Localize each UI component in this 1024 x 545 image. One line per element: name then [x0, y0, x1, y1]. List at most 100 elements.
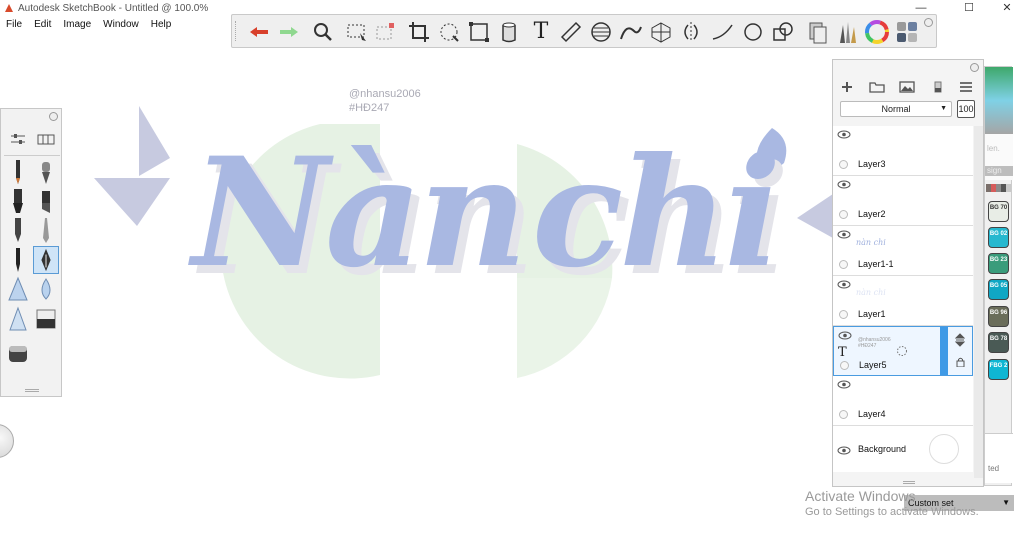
undo-icon[interactable]: [246, 19, 272, 45]
calligraphy-brush-icon[interactable]: [5, 246, 31, 274]
palette-resize-grip[interactable]: [25, 389, 39, 392]
marker-swatch-bg05[interactable]: BG 05: [988, 279, 1009, 300]
layer-row-layer3[interactable]: Layer3: [833, 126, 973, 176]
ellipse-guide-icon[interactable]: [588, 19, 614, 45]
eye-icon[interactable]: [837, 230, 851, 239]
marker-swatch-bg23[interactable]: BG 23: [988, 253, 1009, 274]
perspective-icon[interactable]: [648, 19, 674, 45]
stroke-icon[interactable]: [710, 19, 736, 45]
layers-close-icon[interactable]: [970, 63, 979, 72]
ink-pen-brush-icon[interactable]: [33, 216, 59, 244]
maximize-button[interactable]: ☐: [954, 1, 984, 16]
swatch-tail: ted: [985, 433, 1013, 483]
layer-list-scrollbar[interactable]: [974, 126, 983, 478]
marker-brush-icon[interactable]: [5, 187, 31, 215]
brush-settings-icon[interactable]: [7, 130, 29, 148]
brush-grid-icon[interactable]: [35, 130, 57, 148]
palette-icon[interactable]: [894, 19, 920, 45]
symmetry-icon[interactable]: [678, 19, 704, 45]
eye-icon[interactable]: [837, 380, 851, 389]
image-import-icon[interactable]: [898, 79, 916, 95]
text-icon[interactable]: T: [528, 19, 554, 45]
eye-icon[interactable]: [837, 130, 851, 139]
layer-row-layer5[interactable]: T @nhansu2006 #HĐ247 Layer5: [833, 326, 973, 376]
pencil-brush-icon[interactable]: [5, 158, 31, 186]
drop-brush-icon[interactable]: [33, 275, 59, 303]
redo-icon[interactable]: [276, 19, 302, 45]
menu-edit[interactable]: Edit: [28, 17, 57, 32]
layers-resize-grip[interactable]: [903, 481, 915, 484]
crop-icon[interactable]: [406, 19, 432, 45]
lagoon-puck[interactable]: [0, 424, 14, 458]
diamond-right: [797, 194, 832, 238]
layer-opacity-field[interactable]: 100: [957, 100, 975, 118]
folder-icon[interactable]: [868, 79, 886, 95]
color-gradient-swatch[interactable]: [985, 67, 1013, 134]
zoom-icon[interactable]: [310, 19, 336, 45]
airbrush-brush-icon[interactable]: [5, 305, 31, 333]
eye-icon[interactable]: [837, 180, 851, 189]
marker-swatch-bg02[interactable]: BG 02: [988, 227, 1009, 248]
layer-row-background[interactable]: Background: [833, 426, 973, 472]
transform-icon[interactable]: [436, 19, 462, 45]
lock-icon[interactable]: [956, 357, 965, 367]
ruler-icon[interactable]: [558, 19, 584, 45]
menu-file[interactable]: File: [0, 17, 28, 32]
add-layer-icon[interactable]: [838, 79, 856, 95]
layer-name: Layer3: [858, 159, 886, 169]
lasso-select-icon[interactable]: [372, 19, 398, 45]
circle-tool-icon[interactable]: [740, 19, 766, 45]
shape-icon[interactable]: [770, 19, 796, 45]
layer-lock-radio[interactable]: [839, 260, 848, 269]
layer-lock-radio[interactable]: [839, 410, 848, 419]
fill-icon[interactable]: [496, 19, 522, 45]
chisel-marker-brush-icon[interactable]: [33, 187, 59, 215]
rectangle-select-icon[interactable]: [344, 19, 370, 45]
close-button[interactable]: ✕: [992, 1, 1022, 16]
brush-library-icon[interactable]: [834, 19, 860, 45]
blend-mode-dropdown[interactable]: Normal ▼: [840, 101, 952, 117]
menu-help[interactable]: Help: [145, 17, 178, 32]
layer-menu-icon[interactable]: [957, 79, 975, 95]
background-color-swatch[interactable]: [929, 434, 959, 464]
eraser-icon[interactable]: [33, 305, 59, 333]
swatch-faded-text: len.: [987, 144, 1000, 153]
toolbar-grip[interactable]: [235, 21, 239, 41]
menu-image[interactable]: Image: [57, 17, 97, 32]
layer-row-layer1-1[interactable]: nàn chi Layer1-1: [833, 226, 973, 276]
layer-lock-radio[interactable]: [839, 210, 848, 219]
layer-lock-radio[interactable]: [839, 160, 848, 169]
marker-swatch-bg96[interactable]: BG 96: [988, 306, 1009, 327]
palette-close-icon[interactable]: [49, 112, 58, 121]
toolbar-close-icon[interactable]: [924, 18, 933, 27]
merge-layer-icon[interactable]: [929, 79, 947, 95]
layer-row-layer2[interactable]: Layer2: [833, 176, 973, 226]
fountain-pen-brush-icon[interactable]: [33, 158, 59, 186]
credit-tag: #HĐ247: [349, 102, 390, 114]
marker-swatch-bg70[interactable]: BG 70: [988, 201, 1009, 222]
layer-lock-radio[interactable]: [839, 310, 848, 319]
palette-separator: [4, 155, 60, 156]
ink-nib-brush-icon[interactable]: [33, 246, 59, 274]
eye-icon[interactable]: [837, 280, 851, 289]
drawing-canvas[interactable]: @nhansu2006 #HĐ247 Nàn chi: [62, 48, 832, 545]
copic-swatch-strip: len. sign BG 70 BG 02 BG 23 BG 05 BG 96 …: [984, 66, 1013, 486]
layer-row-layer1[interactable]: nàn chi Layer1: [833, 276, 973, 326]
triangle-brush-icon[interactable]: [5, 275, 31, 303]
swatch-tail-text: ted: [988, 464, 1000, 473]
marker-swatch-bg78[interactable]: BG 78: [988, 332, 1009, 353]
distort-icon[interactable]: [466, 19, 492, 45]
french-curve-icon[interactable]: [618, 19, 644, 45]
color-wheel-icon[interactable]: [864, 19, 890, 45]
layer-row-layer4[interactable]: Layer4: [833, 376, 973, 426]
layer-lock-radio[interactable]: [840, 361, 849, 370]
layer-move-icon[interactable]: [955, 333, 965, 347]
marker-swatch-fbg2[interactable]: FBG 2: [988, 359, 1009, 380]
smudge-brush-icon[interactable]: [5, 340, 31, 368]
copic-library-icon[interactable]: [804, 19, 830, 45]
eye-icon[interactable]: [837, 446, 851, 455]
menu-window[interactable]: Window: [97, 17, 145, 32]
ballpoint-brush-icon[interactable]: [5, 216, 31, 244]
eye-icon[interactable]: [838, 331, 852, 340]
recent-colors[interactable]: [986, 183, 1012, 192]
